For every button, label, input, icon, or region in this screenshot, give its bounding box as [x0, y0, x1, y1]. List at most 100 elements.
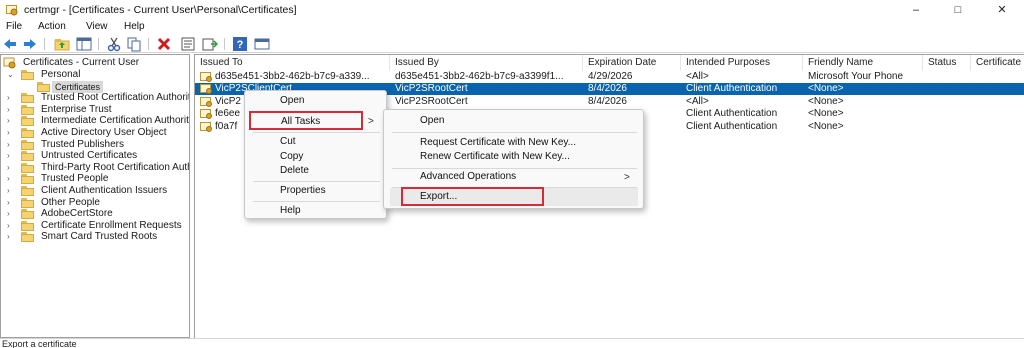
- ctx-delete[interactable]: Delete: [280, 162, 309, 180]
- certificate-icon: [200, 96, 213, 107]
- tree-item-label: Trusted Root Certification Authorities: [41, 92, 190, 104]
- tree-root-label: Certificates - Current User: [23, 57, 140, 68]
- tree-item-label: Third-Party Root Certification Authoriti…: [41, 161, 189, 173]
- table-row[interactable]: d635e451-3bb2-462b-b7c9-a339... d635e451-…: [195, 71, 1024, 83]
- tree-item-label: Intermediate Certification Authorities: [41, 115, 190, 127]
- certificate-icon: [200, 121, 213, 132]
- sub-open[interactable]: Open: [420, 112, 444, 130]
- sub-advanced-operations[interactable]: Advanced Operations: [420, 168, 516, 186]
- column-header[interactable]: Expiration Date: [583, 55, 681, 71]
- up-folder-icon[interactable]: [54, 36, 70, 52]
- tree-item[interactable]: › Intermediate Certification Authorities: [1, 115, 190, 127]
- close-button[interactable]: ✕: [990, 2, 1014, 18]
- column-header[interactable]: Status: [923, 55, 971, 71]
- status-bar: Export a certificate: [0, 338, 1024, 348]
- expand-arrow-icon[interactable]: ›: [7, 115, 15, 127]
- folder-icon: [21, 128, 34, 138]
- tree-item-label: Personal: [41, 69, 81, 80]
- tree-item[interactable]: › Third-Party Root Certification Authorit…: [1, 161, 189, 174]
- tree-item[interactable]: › Certificate Enrollment Requests: [1, 219, 189, 232]
- tree-item-label: Active Directory User Object: [41, 127, 167, 138]
- tree-item[interactable]: Certificates: [1, 80, 189, 93]
- certificate-icon: [200, 84, 213, 95]
- expand-arrow-icon[interactable]: ›: [7, 104, 15, 116]
- tree-item-label: Certificate Enrollment Requests: [41, 219, 182, 231]
- back-icon[interactable]: [2, 36, 18, 52]
- expand-arrow-icon[interactable]: ›: [7, 139, 15, 151]
- expand-arrow-icon[interactable]: ›: [7, 220, 15, 232]
- maximize-button[interactable]: □: [946, 2, 970, 18]
- sub-advanced-arrow: >: [624, 172, 630, 183]
- column-header[interactable]: Certificate: [971, 55, 1024, 71]
- folder-icon: [21, 70, 34, 80]
- ctx-help[interactable]: Help: [280, 202, 301, 220]
- cut-icon[interactable]: [106, 36, 122, 52]
- sub-renew-new-key[interactable]: Renew Certificate with New Key...: [420, 148, 570, 166]
- properties-icon[interactable]: [180, 36, 196, 52]
- folder-icon: [21, 162, 34, 173]
- tree-item[interactable]: › Smart Card Trusted Roots: [1, 231, 189, 243]
- folder-icon: [21, 197, 34, 208]
- folder-icon: [21, 139, 34, 150]
- folder-icon: [37, 81, 50, 92]
- expand-arrow-icon[interactable]: ›: [7, 127, 15, 139]
- cell-purposes: Client Authentication: [686, 120, 778, 132]
- copy-icon[interactable]: [126, 36, 142, 52]
- show-hide-tree-icon[interactable]: [76, 36, 92, 52]
- menu-action[interactable]: Action: [38, 21, 66, 32]
- tree-item[interactable]: › Trusted Publishers: [1, 139, 189, 151]
- tree-item[interactable]: › Trusted Root Certification Authorities: [1, 92, 190, 104]
- tree-item[interactable]: › Trusted People: [1, 173, 189, 185]
- column-header[interactable]: Issued To: [195, 55, 390, 71]
- menu-view[interactable]: View: [86, 21, 108, 32]
- certificate-icon: [200, 109, 213, 120]
- menu-help[interactable]: Help: [124, 21, 145, 32]
- tree-item[interactable]: › AdobeCertStore: [1, 208, 189, 220]
- ctx-properties[interactable]: Properties: [280, 182, 326, 200]
- context-menu: Open All Tasks > Cut Copy Delete Propert…: [244, 90, 387, 219]
- tree-item[interactable]: › Enterprise Trust: [1, 104, 189, 116]
- tree-item[interactable]: › Other People: [1, 197, 189, 209]
- cell-purposes: Client Authentication: [686, 83, 778, 95]
- tree-item[interactable]: › Untrusted Certificates: [1, 150, 189, 162]
- column-header[interactable]: Issued By: [390, 55, 583, 71]
- column-header[interactable]: Intended Purposes: [681, 55, 803, 71]
- cell-friendly: Microsoft Your Phone: [808, 71, 904, 82]
- tree-item[interactable]: › Active Directory User Object: [1, 127, 189, 139]
- folder-icon: [21, 104, 34, 115]
- tree-item[interactable]: ⌄ Personal: [1, 69, 189, 81]
- expand-arrow-icon[interactable]: ›: [7, 197, 15, 209]
- folder-icon: [21, 151, 34, 162]
- certificate-store-icon: [3, 57, 16, 69]
- console-icon[interactable]: [254, 36, 270, 52]
- expand-arrow-icon[interactable]: ›: [7, 173, 15, 185]
- collapse-arrow-icon[interactable]: ⌄: [7, 69, 15, 81]
- cell-expiration: 8/4/2026: [588, 95, 627, 107]
- menu-bar: File Action View Help: [0, 20, 1024, 35]
- tree-item-label: Client Authentication Issuers: [41, 185, 168, 196]
- toolbar: ?: [0, 35, 1024, 53]
- cell-friendly: <None>: [808, 108, 844, 120]
- cell-friendly: <None>: [808, 120, 844, 132]
- cell-issued-by: VicP2SRootCert: [395, 95, 468, 107]
- cell-purposes: <All>: [686, 71, 709, 82]
- help-icon[interactable]: ?: [232, 36, 248, 52]
- expand-arrow-icon[interactable]: ›: [7, 208, 15, 220]
- expand-arrow-icon[interactable]: ›: [7, 150, 15, 162]
- cell-issued-to: d635e451-3bb2-462b-b7c9-a339...: [215, 71, 370, 82]
- minimize-button[interactable]: –: [904, 2, 928, 18]
- certificate-app-icon: [6, 5, 18, 16]
- export-list-icon[interactable]: [202, 36, 218, 52]
- console-tree: Certificates - Current User ⌄ Personal Cer…: [0, 54, 190, 338]
- forward-icon[interactable]: [22, 36, 38, 52]
- ctx-open[interactable]: Open: [280, 92, 304, 110]
- delete-icon[interactable]: [156, 36, 172, 52]
- expand-arrow-icon[interactable]: ›: [7, 162, 15, 174]
- column-header[interactable]: Friendly Name: [803, 55, 923, 71]
- tree-item-label: AdobeCertStore: [41, 208, 113, 220]
- expand-arrow-icon[interactable]: ›: [7, 185, 15, 197]
- expand-arrow-icon[interactable]: ›: [7, 231, 15, 243]
- menu-file[interactable]: File: [6, 21, 22, 32]
- expand-arrow-icon[interactable]: ›: [7, 92, 15, 104]
- tree-item[interactable]: › Client Authentication Issuers: [1, 185, 189, 197]
